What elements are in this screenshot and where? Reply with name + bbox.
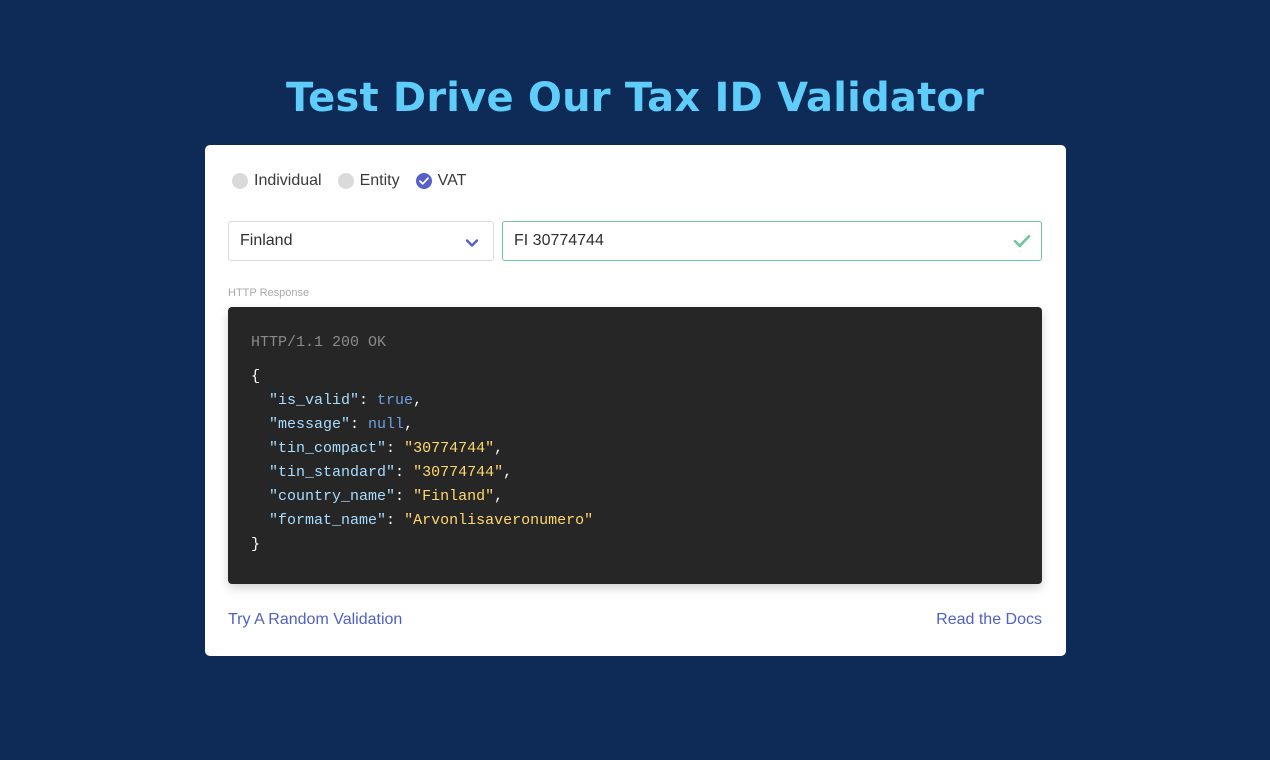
radio-unchecked-icon xyxy=(337,173,354,189)
http-response-code-block: HTTP/1.1 200 OK { "is_valid": true, "mes… xyxy=(228,307,1042,584)
json-field: "country_name": "Finland", xyxy=(269,488,504,505)
chevron-down-icon xyxy=(465,235,479,253)
json-value: "30774744" xyxy=(404,440,495,457)
page-title: Test Drive Our Tax ID Validator xyxy=(285,75,985,121)
radio-label-vat: VAT xyxy=(437,172,467,189)
json-field: "message": null, xyxy=(269,416,414,433)
random-validation-link[interactable]: Try A Random Validation xyxy=(228,611,402,629)
json-field: "is_valid": true, xyxy=(269,392,423,409)
radio-label-entity: Entity xyxy=(359,172,400,189)
json-value: "30774744" xyxy=(413,464,504,481)
check-icon xyxy=(1013,234,1031,253)
json-open-brace: { xyxy=(251,368,261,385)
radio-unchecked-icon xyxy=(232,173,248,189)
radio-option-vat[interactable]: VAT xyxy=(415,172,467,190)
country-select[interactable]: Finland xyxy=(228,221,494,261)
json-key: "tin_standard" xyxy=(269,464,396,481)
json-field: "format_name": "Arvonlisaveronumero" xyxy=(269,512,594,529)
json-value: "Arvonlisaveronumero" xyxy=(404,512,594,529)
tin-input-wrapper xyxy=(502,221,1042,261)
json-close-brace: } xyxy=(251,536,261,553)
json-key: "format_name" xyxy=(269,512,387,529)
tin-type-radio-group: Individual Entity VAT xyxy=(232,171,482,191)
json-field: "tin_compact": "30774744", xyxy=(269,440,504,457)
validator-card: Individual Entity VAT Finland FI 3077474… xyxy=(205,145,1066,656)
json-key: "message" xyxy=(269,416,351,433)
radio-label-individual: Individual xyxy=(254,172,322,189)
country-select-value: Finland xyxy=(240,232,293,249)
json-field: "tin_standard": "30774744", xyxy=(269,464,513,481)
radio-option-entity[interactable]: Entity xyxy=(337,172,400,190)
radio-option-individual[interactable]: Individual xyxy=(232,172,322,190)
json-value: true xyxy=(377,392,414,409)
json-key: "is_valid" xyxy=(269,392,360,409)
json-value: null xyxy=(368,416,405,433)
json-key: "country_name" xyxy=(269,488,396,505)
http-response-label: HTTP Response xyxy=(228,287,310,299)
read-docs-link[interactable]: Read the Docs xyxy=(936,611,1042,629)
http-status-line: HTTP/1.1 200 OK xyxy=(251,334,387,351)
tin-input[interactable] xyxy=(503,222,1041,260)
checkmark-icon xyxy=(415,173,432,189)
json-value: "Finland" xyxy=(413,488,495,505)
json-key: "tin_compact" xyxy=(269,440,387,457)
